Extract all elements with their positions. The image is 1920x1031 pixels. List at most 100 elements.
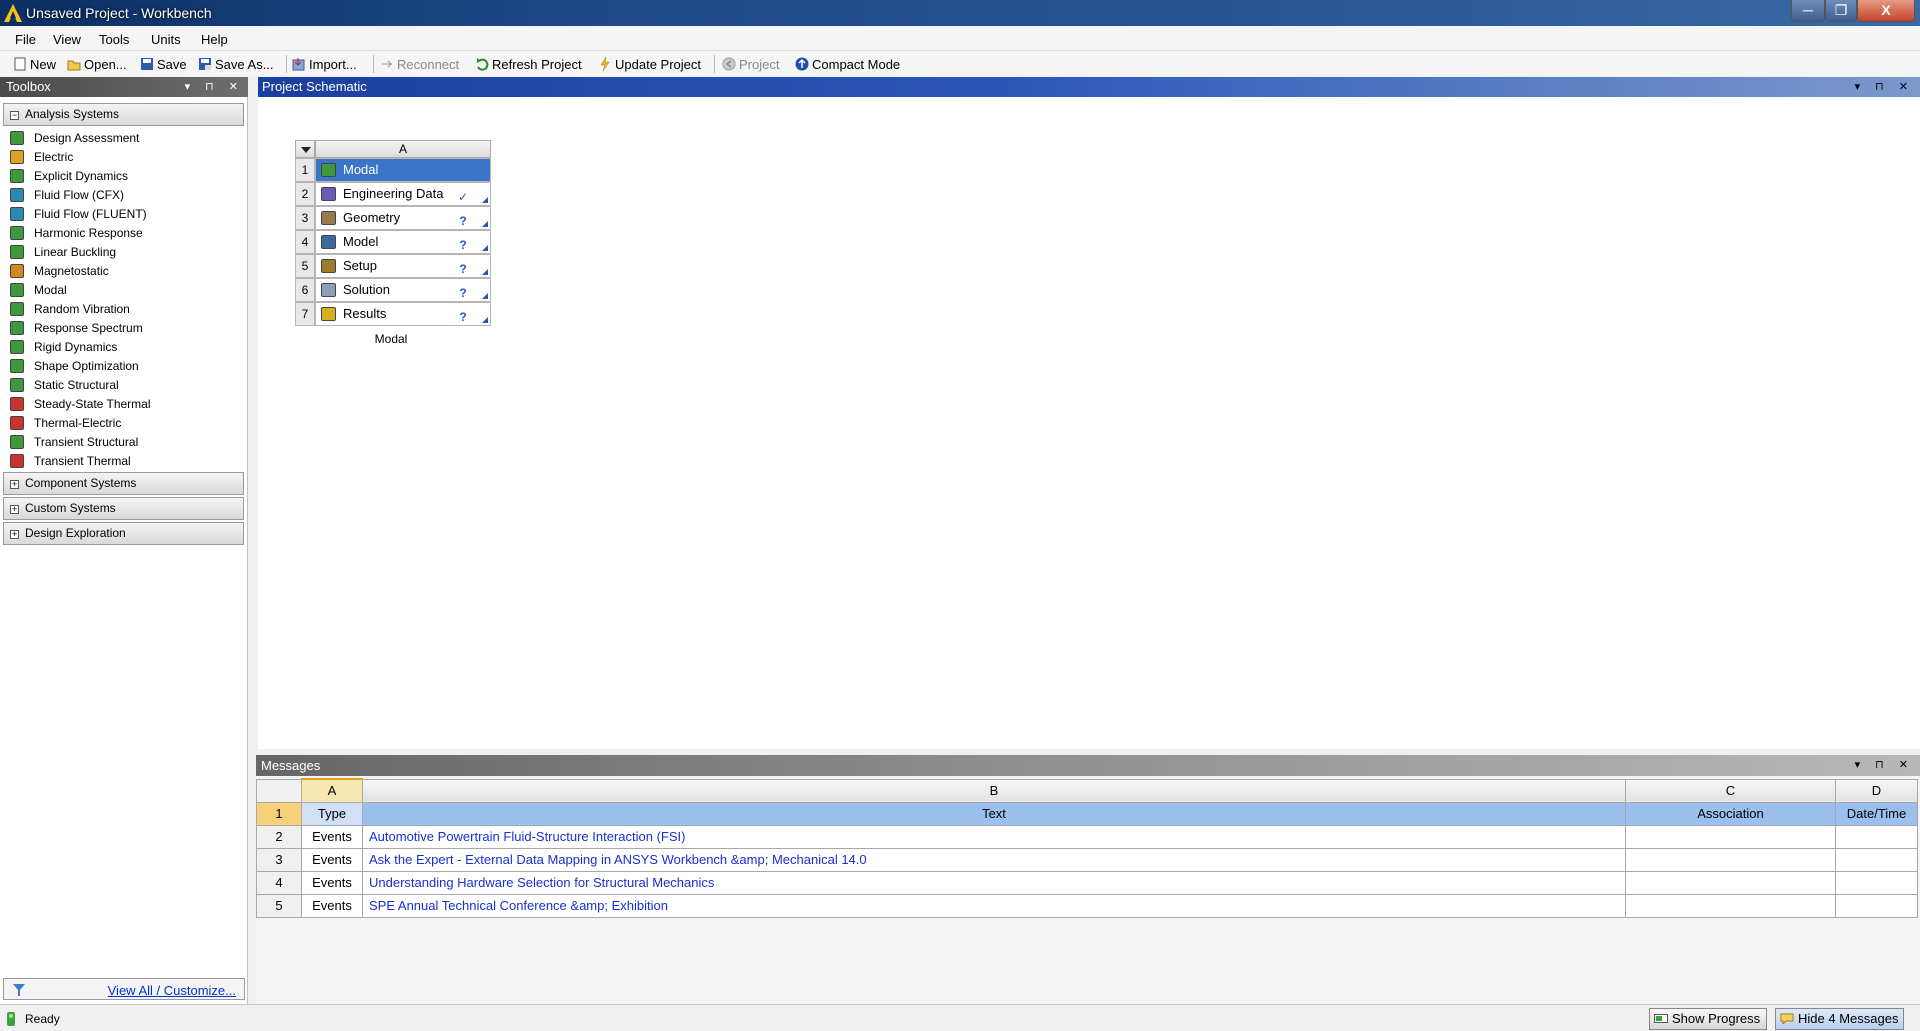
cell-body[interactable]: Results? <box>315 302 491 326</box>
menu-tools[interactable]: Tools <box>99 32 129 47</box>
import-button[interactable]: Import... <box>292 55 357 73</box>
cell-geometry[interactable]: 3 Geometry? <box>295 206 491 230</box>
toolbox-item-label: Harmonic Response <box>34 225 143 240</box>
cell-label: Geometry <box>343 210 401 225</box>
header-type[interactable]: Type <box>301 801 363 826</box>
system-caption[interactable]: Modal <box>315 332 467 346</box>
project-schematic-canvas[interactable] <box>258 97 1920 749</box>
cell-engineering-data[interactable]: 2 Engineering Data ✓ <box>295 182 491 206</box>
toolbox-item-electric[interactable]: Electric <box>10 147 73 166</box>
column-letter-d[interactable]: D <box>1835 778 1918 803</box>
toolbox-item-harmonic-response[interactable]: Harmonic Response <box>10 223 143 242</box>
messages-panel: A B C D 1 Type Text Association Date/Tim… <box>256 776 1920 1004</box>
toolbox-item-design-assessment[interactable]: Design Assessment <box>10 128 139 147</box>
panel-controls[interactable]: ▾ ⊓ ✕ <box>1855 755 1914 776</box>
refresh-project-button[interactable]: Refresh Project <box>475 55 582 73</box>
toolbox-item-fluid-flow-cfx[interactable]: Fluid Flow (CFX) <box>10 185 124 204</box>
column-letter-b[interactable]: B <box>362 778 1626 803</box>
toolbox-item-random-vibration[interactable]: Random Vibration <box>10 299 130 318</box>
category-custom-systems[interactable]: + Custom Systems <box>3 497 244 520</box>
toolbox-item-static-structural[interactable]: Static Structural <box>10 375 119 394</box>
maximize-button[interactable]: ❐ <box>1825 0 1857 22</box>
column-letter-a[interactable]: A <box>301 778 363 803</box>
toolbox-item-linear-buckling[interactable]: Linear Buckling <box>10 242 116 261</box>
toolbox-item-modal[interactable]: Modal <box>10 280 67 299</box>
cell-label: Solution <box>343 282 390 297</box>
modal-system-block[interactable]: A 1 Modal 2 Engineering Data ✓ 3 Geometry? 4 Mod… <box>295 140 491 346</box>
close-window-button[interactable]: X <box>1857 0 1915 22</box>
cell-model[interactable]: 4 Model? <box>295 230 491 254</box>
message-row[interactable]: 4 Events Understanding Hardware Selection … <box>256 870 1918 895</box>
header-association[interactable]: Association <box>1625 801 1836 826</box>
modal-icon <box>10 282 24 297</box>
cell-body[interactable]: Geometry? <box>315 206 491 230</box>
menu-help[interactable]: Help <box>201 32 228 47</box>
reconnect-button[interactable]: Reconnect <box>380 55 459 73</box>
toolbox-item-thermal-electric[interactable]: Thermal-Electric <box>10 413 121 432</box>
toolbox-item-label: Transient Thermal <box>34 453 131 468</box>
cell-body[interactable]: Modal <box>315 158 491 182</box>
compact-mode-button[interactable]: Compact Mode <box>795 55 900 73</box>
category-design-exploration[interactable]: + Design Exploration <box>3 522 244 545</box>
message-row[interactable]: 2 Events Automotive Powertrain Fluid-Struc… <box>256 824 1918 849</box>
open-button[interactable]: Open... <box>67 55 127 73</box>
cell-results[interactable]: 7 Results? <box>295 302 491 326</box>
cell-body[interactable]: Model? <box>315 230 491 254</box>
attention-required-icon: ? <box>459 286 467 300</box>
toolbox-item-label: Electric <box>34 149 74 164</box>
message-link[interactable]: Ask the Expert - External Data Mapping i… <box>362 847 1626 872</box>
minimize-button[interactable]: ─ <box>1791 0 1825 22</box>
toolbox-item-response-spectrum[interactable]: Response Spectrum <box>10 318 143 337</box>
cell-number: 7 <box>295 302 315 326</box>
toolbar: New Open... Save Save As... Import... Re… <box>0 51 1920 76</box>
view-all-link[interactable]: View All / Customize... <box>108 983 236 998</box>
status-bar: Ready Show Progress Hide 4 Messages <box>0 1004 1920 1031</box>
toolbox-item-fluid-flow-fluent[interactable]: Fluid Flow (FLUENT) <box>10 204 147 223</box>
panel-controls[interactable]: ▾ ⊓ ✕ <box>185 77 244 97</box>
save-button[interactable]: Save <box>140 55 187 73</box>
message-link[interactable]: Understanding Hardware Selection for Str… <box>362 870 1626 895</box>
row-number: 2 <box>256 824 302 849</box>
toolbox-title: Toolbox <box>6 79 51 94</box>
view-all-customize[interactable]: View All / Customize... <box>3 978 245 1000</box>
title-bar: Unsaved Project - Workbench ─ ❐ X <box>0 0 1920 26</box>
toolbox-item-steady-state-thermal[interactable]: Steady-State Thermal <box>10 394 151 413</box>
toolbox-item-shape-optimization[interactable]: Shape Optimization <box>10 356 139 375</box>
show-progress-button[interactable]: Show Progress <box>1649 1008 1767 1030</box>
column-letter-c[interactable]: C <box>1625 778 1836 803</box>
toolbox-item-transient-structural[interactable]: Transient Structural <box>10 432 138 451</box>
linear-buckling-icon <box>10 244 24 259</box>
message-link[interactable]: Automotive Powertrain Fluid-Structure In… <box>362 824 1626 849</box>
new-button[interactable]: New <box>13 55 56 73</box>
cell-setup[interactable]: 5 Setup? <box>295 254 491 278</box>
toolbox-item-explicit-dynamics[interactable]: Explicit Dynamics <box>10 166 128 185</box>
message-row[interactable]: 3 Events Ask the Expert - External Data Ma… <box>256 847 1918 872</box>
save-as-button[interactable]: Save As... <box>198 55 274 73</box>
category-analysis-systems[interactable]: − Analysis Systems <box>3 103 244 126</box>
toolbox-item-rigid-dynamics[interactable]: Rigid Dynamics <box>10 337 117 356</box>
menu-view[interactable]: View <box>53 32 81 47</box>
panel-controls[interactable]: ▾ ⊓ ✕ <box>1855 77 1914 97</box>
expand-icon: + <box>10 504 19 514</box>
toolbox-item-magnetostatic[interactable]: Magnetostatic <box>10 261 109 280</box>
message-row[interactable]: 5 Events SPE Annual Technical Conference &… <box>256 893 1918 918</box>
cell-body[interactable]: Setup? <box>315 254 491 278</box>
cell-solution[interactable]: 6 Solution? <box>295 278 491 302</box>
system-menu-dropdown[interactable] <box>295 140 315 158</box>
messages-table: A B C D 1 Type Text Association Date/Tim… <box>256 778 1918 918</box>
menu-file[interactable]: File <box>15 32 36 47</box>
message-type: Events <box>301 870 363 895</box>
menu-units[interactable]: Units <box>151 32 181 47</box>
cell-body[interactable]: Solution? <box>315 278 491 302</box>
hide-messages-button[interactable]: Hide 4 Messages <box>1775 1008 1904 1030</box>
cell-body[interactable]: Engineering Data ✓ <box>315 182 491 206</box>
message-link[interactable]: SPE Annual Technical Conference &amp; Ex… <box>362 893 1626 918</box>
toolbox-item-transient-thermal[interactable]: Transient Thermal <box>10 451 131 470</box>
header-datetime[interactable]: Date/Time <box>1835 801 1918 826</box>
category-component-systems[interactable]: + Component Systems <box>3 472 244 495</box>
project-button[interactable]: Project <box>722 55 779 73</box>
header-text[interactable]: Text <box>362 801 1626 826</box>
cell-number: 3 <box>295 206 315 230</box>
update-project-button[interactable]: Update Project <box>598 55 701 73</box>
cell-modal[interactable]: 1 Modal <box>295 158 491 182</box>
